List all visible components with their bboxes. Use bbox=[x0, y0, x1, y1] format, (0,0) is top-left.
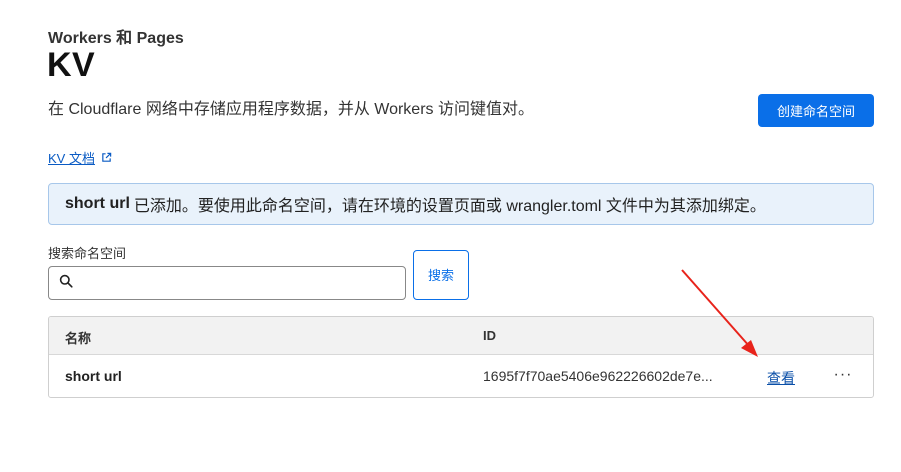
search-icon bbox=[59, 274, 73, 293]
search-button[interactable]: 搜索 bbox=[413, 250, 469, 300]
breadcrumb: Workers 和 Pages bbox=[48, 30, 184, 47]
page-description: 在 Cloudflare 网络中存储应用程序数据，并从 Workers 访问键值… bbox=[48, 101, 534, 118]
namespace-name: short url bbox=[65, 368, 122, 384]
table-row: short url 1695f7f70ae5406e962226602de7e.… bbox=[49, 355, 873, 397]
search-field bbox=[48, 266, 406, 300]
alert-namespace-name: short url bbox=[65, 195, 130, 212]
column-header-id: ID bbox=[483, 328, 496, 343]
column-header-name: 名称 bbox=[65, 331, 92, 346]
annotation-arrow bbox=[681, 269, 758, 357]
table-header: 名称 ID bbox=[49, 317, 873, 355]
external-link-icon bbox=[101, 152, 112, 163]
search-label: 搜索命名空间 bbox=[48, 246, 127, 261]
alert-message: 已添加。要使用此命名空间，请在环境的设置页面或 wrangler.toml 文件… bbox=[133, 198, 766, 215]
create-namespace-button[interactable]: 创建命名空间 bbox=[758, 94, 874, 127]
view-link[interactable]: 查看 bbox=[767, 368, 795, 388]
more-icon[interactable]: ··· bbox=[833, 365, 853, 385]
namespaces-table: 名称 ID short url 1695f7f70ae5406e96222660… bbox=[48, 316, 874, 398]
namespace-id: 1695f7f70ae5406e962226602de7e... bbox=[483, 368, 713, 384]
kv-docs-link-label: KV 文档 bbox=[48, 151, 95, 166]
success-alert: short url 已添加。要使用此命名空间，请在环境的设置页面或 wrangl… bbox=[48, 183, 874, 225]
kv-docs-link[interactable]: KV 文档 bbox=[48, 148, 112, 167]
search-input[interactable] bbox=[79, 267, 405, 299]
page-title: KV bbox=[47, 46, 96, 84]
